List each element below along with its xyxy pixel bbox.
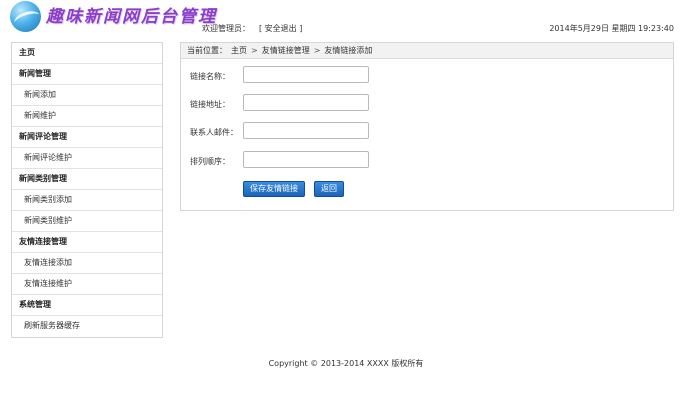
- sidebar-item-link-add[interactable]: 友情连接添加: [12, 253, 162, 274]
- sort-order-input[interactable]: [243, 151, 369, 168]
- breadcrumb-separator: >: [251, 46, 258, 55]
- logout-link[interactable]: [ 安全退出 ]: [259, 23, 302, 34]
- welcome-text: 欢迎管理员：: [202, 24, 250, 33]
- current-datetime: 2014年5月29日 星期四 19:23:40: [549, 24, 674, 33]
- link-name-label: 链接名称：: [190, 72, 230, 81]
- link-name-input[interactable]: [243, 66, 369, 83]
- sidebar-group-links: 友情连接管理: [12, 232, 162, 253]
- sidebar-item-link-maintain[interactable]: 友情连接维护: [12, 274, 162, 295]
- contact-email-label: 联系人邮件：: [190, 128, 238, 137]
- link-url-label: 链接地址：: [190, 100, 230, 109]
- breadcrumb-separator: >: [313, 46, 321, 55]
- breadcrumb: 当前位置： 主页 > 友情链接管理 > 友情链接添加: [181, 43, 673, 59]
- link-url-input[interactable]: [243, 94, 369, 111]
- breadcrumb-prefix: 当前位置：: [187, 46, 227, 55]
- main-panel: 当前位置： 主页 > 友情链接管理 > 友情链接添加 链接名称： 链接地址： 联系人邮件：…: [180, 42, 674, 211]
- sidebar-group-news: 新闻管理: [12, 64, 162, 85]
- header: 趣味新闻网后台管理 欢迎管理员： [ 安全退出 ] 2014年5月29日 星期四…: [0, 0, 692, 38]
- sidebar-item-refresh-cache[interactable]: 刷新服务器缓存: [12, 316, 162, 337]
- breadcrumb-item-link-add: 友情链接添加: [324, 46, 373, 55]
- sidebar-item-comments-maintain[interactable]: 新闻评论维护: [12, 148, 162, 169]
- sort-order-label: 排列顺序：: [190, 157, 230, 166]
- sidebar-item-category-add[interactable]: 新闻类别添加: [12, 190, 162, 211]
- footer-copyright: Copyright © 2013-2014 XXXX 版权所有: [268, 359, 424, 368]
- sidebar-group-comments: 新闻评论管理: [12, 127, 162, 148]
- sidebar-group-system: 系统管理: [12, 295, 162, 316]
- sidebar-item-category-maintain[interactable]: 新闻类别维护: [12, 211, 162, 232]
- back-button[interactable]: 返回: [314, 181, 344, 197]
- save-link-button[interactable]: 保存友情链接: [243, 181, 305, 197]
- breadcrumb-item-home[interactable]: 主页: [231, 46, 247, 55]
- sidebar-group-categories: 新闻类别管理: [12, 169, 162, 190]
- sidebar-menu: 主页 新闻管理 新闻添加 新闻维护 新闻评论管理 新闻评论维护 新闻类别管理 新…: [11, 42, 163, 338]
- sidebar-item-news-maintain[interactable]: 新闻维护: [12, 106, 162, 127]
- breadcrumb-item-link-manage[interactable]: 友情链接管理: [262, 46, 310, 55]
- contact-email-input[interactable]: [243, 122, 369, 139]
- sidebar-item-home[interactable]: 主页: [12, 43, 162, 64]
- sidebar-item-news-add[interactable]: 新闻添加: [12, 85, 162, 106]
- site-logo-title: 趣味新闻网后台管理: [46, 7, 217, 27]
